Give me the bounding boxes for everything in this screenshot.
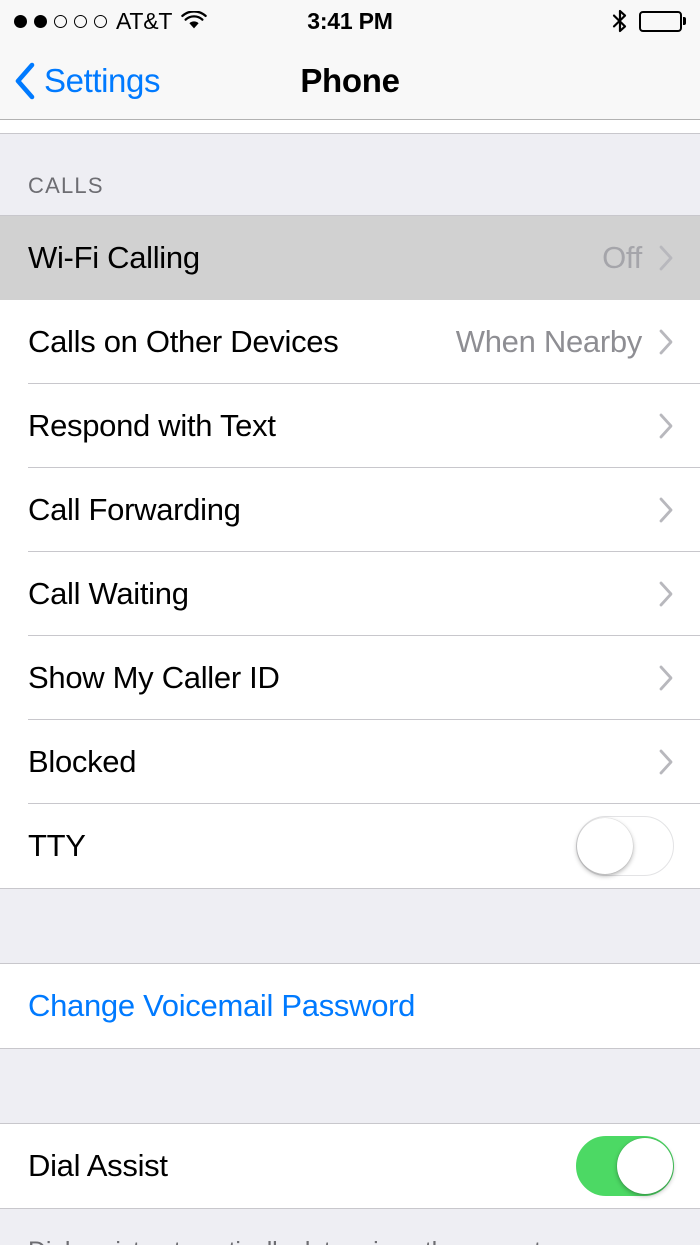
- dial-assist-footer: Dial assist automatically determines the…: [0, 1208, 700, 1245]
- chevron-right-icon: [658, 748, 674, 776]
- navigation-bar: Settings Phone: [0, 42, 700, 120]
- group-gap-voicemail: [0, 888, 700, 964]
- settings-list: CALLS Wi-Fi Calling Off Calls on Other D…: [0, 120, 700, 1245]
- battery-icon: [638, 10, 686, 32]
- row-value: Off: [602, 240, 642, 275]
- row-accessory: [658, 580, 674, 608]
- row-label: Wi-Fi Calling: [28, 240, 200, 275]
- row-label: Blocked: [28, 744, 137, 779]
- row-label: Calls on Other Devices: [28, 324, 339, 359]
- calls-group: Wi-Fi Calling Off Calls on Other Devices…: [0, 216, 700, 888]
- row-value: When Nearby: [455, 324, 643, 359]
- back-button[interactable]: Settings: [0, 62, 160, 100]
- row-accessory: [658, 496, 674, 524]
- toggle-knob: [617, 1138, 673, 1194]
- footer-text: Dial assist automatically determines the…: [28, 1235, 672, 1245]
- toggle-knob: [577, 818, 633, 874]
- row-accessory: [576, 1136, 674, 1196]
- chevron-right-icon: [658, 496, 674, 524]
- signal-dot-filled-1: [14, 14, 27, 28]
- group-gap-dial-assist: [0, 1048, 700, 1124]
- voicemail-group: Change Voicemail Password: [0, 964, 700, 1048]
- row-tty[interactable]: TTY: [0, 804, 700, 888]
- chevron-right-icon: [658, 412, 674, 440]
- row-label: Call Waiting: [28, 576, 189, 611]
- signal-strength-dots: [14, 14, 107, 28]
- row-label: TTY: [28, 828, 86, 863]
- row-accessory: [658, 748, 674, 776]
- status-bar-left: AT&T: [14, 7, 208, 35]
- chevron-left-icon: [14, 62, 36, 100]
- row-change-voicemail-password[interactable]: Change Voicemail Password: [0, 964, 700, 1048]
- section-header-calls: CALLS: [28, 173, 104, 198]
- chevron-right-icon: [658, 244, 674, 272]
- signal-dot-empty-5: [94, 14, 107, 28]
- chevron-right-icon: [658, 664, 674, 692]
- back-button-label: Settings: [44, 61, 161, 99]
- row-respond-with-text[interactable]: Respond with Text: [0, 384, 700, 468]
- row-dial-assist[interactable]: Dial Assist: [0, 1124, 700, 1208]
- row-label: Respond with Text: [28, 408, 276, 443]
- calls-section-header-area: CALLS: [0, 133, 700, 216]
- row-label: Change Voicemail Password: [28, 988, 416, 1023]
- row-accessory: Off: [602, 240, 674, 276]
- chevron-right-icon: [658, 328, 674, 356]
- bluetooth-icon: [612, 9, 628, 33]
- wifi-icon: [181, 11, 208, 31]
- chevron-right-icon: [658, 580, 674, 608]
- row-label: Dial Assist: [28, 1148, 168, 1183]
- tty-toggle[interactable]: [576, 816, 674, 876]
- row-accessory: When Nearby: [456, 324, 674, 360]
- row-accessory: [658, 412, 674, 440]
- row-accessory: [576, 816, 674, 876]
- carrier-label: AT&T: [116, 7, 173, 34]
- dial-assist-group: Dial Assist: [0, 1124, 700, 1208]
- row-label: Call Forwarding: [28, 492, 241, 527]
- signal-dot-empty-3: [54, 14, 67, 28]
- row-wifi-calling[interactable]: Wi-Fi Calling Off: [0, 216, 700, 300]
- status-bar-right: [612, 9, 686, 33]
- row-label: Show My Caller ID: [28, 660, 280, 695]
- row-call-forwarding[interactable]: Call Forwarding: [0, 468, 700, 552]
- row-calls-on-other-devices[interactable]: Calls on Other Devices When Nearby: [0, 300, 700, 384]
- dial-assist-toggle[interactable]: [576, 1136, 674, 1196]
- status-bar: AT&T 3:41 PM: [0, 0, 700, 42]
- row-call-waiting[interactable]: Call Waiting: [0, 552, 700, 636]
- iphone-settings-phone-screen: AT&T 3:41 PM Settings Phone CALLS Wi-Fi …: [0, 0, 700, 1245]
- signal-dot-filled-2: [34, 14, 47, 28]
- top-white-strip: [0, 120, 700, 133]
- row-blocked[interactable]: Blocked: [0, 720, 700, 804]
- row-accessory: [658, 664, 674, 692]
- row-show-my-caller-id[interactable]: Show My Caller ID: [0, 636, 700, 720]
- signal-dot-empty-4: [74, 14, 87, 28]
